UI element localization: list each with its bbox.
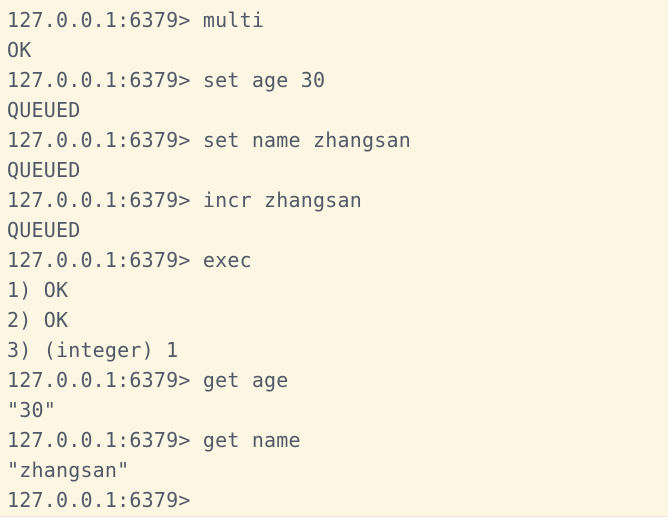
bottom-edge — [0, 516, 668, 528]
output-line-age-value: "30" — [7, 398, 56, 422]
command-line-get-name: 127.0.0.1:6379> get name — [7, 428, 301, 452]
command-prompt[interactable]: 127.0.0.1:6379> — [7, 485, 668, 515]
command-line-multi: 127.0.0.1:6379> multi — [7, 8, 265, 32]
command-line-incr: 127.0.0.1:6379> incr zhangsan — [7, 188, 362, 212]
output-line-queued: QUEUED — [7, 98, 81, 122]
output-line-result-2: 2) OK — [7, 308, 69, 332]
output-line-queued: QUEUED — [7, 158, 81, 182]
output-line-name-value: "zhangsan" — [7, 458, 130, 482]
terminal-window[interactable]: 127.0.0.1:6379> multi OK 127.0.0.1:6379>… — [0, 0, 668, 516]
command-line-get-age: 127.0.0.1:6379> get age — [7, 368, 289, 392]
command-line-exec: 127.0.0.1:6379> exec — [7, 248, 252, 272]
output-line-result-1: 1) OK — [7, 278, 69, 302]
output-line-result-3: 3) (integer) 1 — [7, 338, 179, 362]
output-line-ok: OK — [7, 38, 32, 62]
command-line-set-age: 127.0.0.1:6379> set age 30 — [7, 68, 326, 92]
output-line-queued: QUEUED — [7, 218, 81, 242]
command-line-set-name: 127.0.0.1:6379> set name zhangsan — [7, 128, 411, 152]
